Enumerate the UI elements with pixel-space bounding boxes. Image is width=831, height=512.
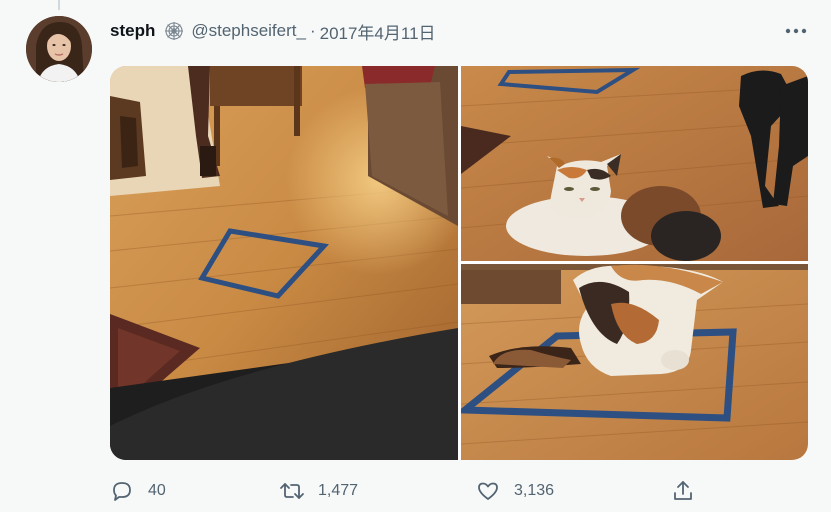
avatar[interactable] [26, 16, 92, 82]
tweet-header: steph @stephseifert_ · 2017年4月11日 [110, 18, 436, 44]
photo-taped-square-floor[interactable] [110, 66, 458, 460]
heart-icon [474, 477, 502, 505]
spiderweb-icon [163, 20, 185, 42]
reply-icon [108, 477, 136, 505]
more-icon[interactable] [782, 18, 810, 44]
like-button[interactable]: 3,136 [474, 476, 554, 506]
tweet-actions: 40 1,477 3,136 [0, 476, 831, 506]
like-count: 3,136 [514, 482, 555, 499]
thread-connector-line [58, 0, 60, 10]
reply-count: 40 [148, 482, 166, 499]
retweet-icon [278, 477, 306, 505]
retweet-button[interactable]: 1,477 [278, 476, 358, 506]
author-handle[interactable]: @stephseifert_ [191, 21, 306, 41]
retweet-count: 1,477 [318, 482, 359, 499]
reply-button[interactable]: 40 [108, 476, 166, 506]
author-name[interactable]: steph [110, 21, 155, 41]
separator-dot: · [309, 21, 316, 40]
photo-cat-near-square[interactable] [461, 66, 808, 261]
tweet-date[interactable]: 2017年4月11日 [320, 19, 436, 44]
share-button[interactable] [669, 476, 697, 506]
photo-cat-sitting-in-square[interactable] [461, 264, 808, 460]
share-icon [669, 477, 697, 505]
media-grid [110, 66, 808, 460]
